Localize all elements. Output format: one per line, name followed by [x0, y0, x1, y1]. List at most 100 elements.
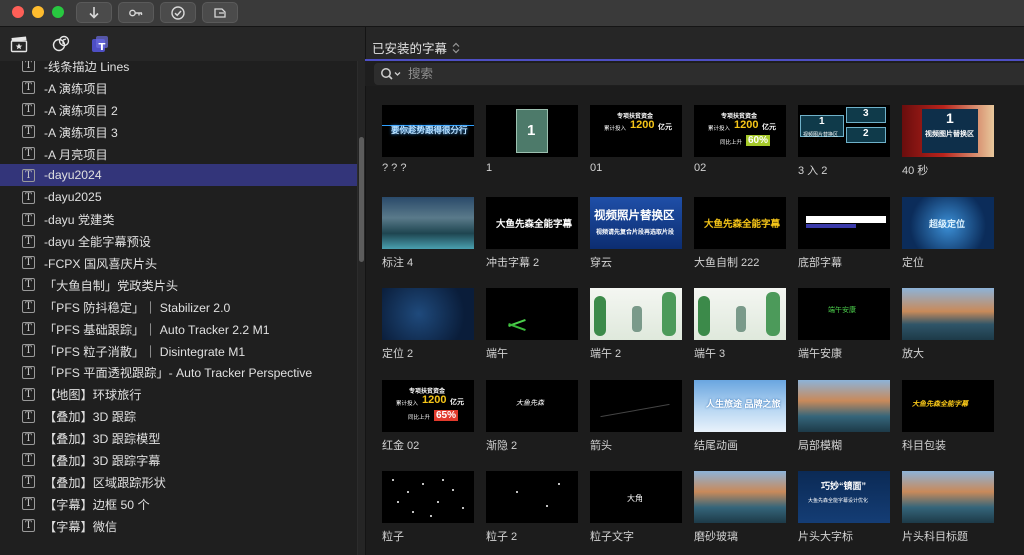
sidebar-category-item[interactable]: T 【叠加】3D 跟踪字幕 — [0, 449, 357, 471]
sidebar-category-item[interactable]: T 【字幕】边框 50 个 — [0, 493, 357, 515]
title-thumbnail[interactable]: 专项扶贫资金 累计投入 1200 亿元 同比上升 60% — [694, 105, 786, 157]
particle-dot — [422, 483, 424, 485]
zoom-window-button[interactable] — [52, 6, 64, 18]
import-button[interactable] — [76, 2, 112, 23]
sidebar-category-item[interactable]: T -FCPX 国风喜庆片头 — [0, 252, 357, 274]
sidebar-category-item[interactable]: T 【字幕】微信 — [0, 515, 357, 537]
sidebar-category-item[interactable]: T 【叠加】3D 跟踪 — [0, 405, 357, 427]
title-tile[interactable]: 端午 2 — [590, 288, 682, 361]
title-tile[interactable]: 端午安康 端午安康 — [798, 288, 890, 361]
title-tile[interactable]: 人生旅途 品牌之旅 结尾动画 — [694, 379, 786, 453]
sidebar-category-item[interactable]: T -A 月亮项目 — [0, 143, 357, 165]
category-list: T -线条描边 Lines T -A 演练项目 T -A 演练项目 2 T -A 演练项目 3… — [0, 61, 357, 537]
title-tile[interactable]: 放大 — [902, 288, 994, 361]
sidebar-category-item[interactable]: T -dayu2024 — [0, 164, 357, 187]
title-tile[interactable]: 专项扶贫资金 累计投入 1200 亿元 同比上升 65% 红金 02 — [382, 379, 474, 453]
title-tile[interactable]: 超级定位 定位 — [902, 196, 994, 270]
title-tile[interactable]: 要你趁势跟得很分行 ? ? ? — [382, 105, 474, 174]
music-photo-icon[interactable] — [52, 35, 70, 53]
title-tile[interactable]: 片头科目标题 — [902, 471, 994, 544]
title-tile[interactable]: 大角 粒子文字 — [590, 471, 682, 544]
title-tile[interactable]: 专项扶贫资金 累计投入 1200 亿元 01 — [590, 105, 682, 174]
title-thumbnail[interactable] — [590, 379, 682, 432]
search-field[interactable] — [374, 63, 1024, 85]
clapperboard-star-icon[interactable] — [10, 35, 28, 53]
sidebar-category-item[interactable]: T -dayu 党建类 — [0, 208, 357, 230]
minimize-window-button[interactable] — [32, 6, 44, 18]
title-thumbnail[interactable]: 1 视频图片替换区 — [902, 105, 994, 157]
sidebar-category-item[interactable]: T 【叠加】区域跟踪形状 — [0, 471, 357, 493]
sidebar-category-item[interactable]: T -A 演练项目 3 — [0, 121, 357, 143]
close-window-button[interactable] — [12, 6, 24, 18]
title-thumbnail[interactable] — [486, 288, 578, 340]
title-thumbnail[interactable]: 1 — [486, 105, 578, 157]
title-tile[interactable]: 端午 — [486, 288, 578, 361]
title-thumbnail[interactable]: 大角 — [590, 471, 682, 523]
title-tile[interactable]: 11 — [486, 105, 578, 174]
sidebar-scrollbar[interactable] — [357, 61, 365, 555]
title-tile[interactable]: 底部字幕 — [798, 196, 890, 270]
installed-titles-popup[interactable]: 已安装的字幕 — [372, 38, 460, 57]
title-tile[interactable]: 磨砂玻璃 — [694, 471, 786, 544]
sidebar-category-item[interactable]: T 「大鱼自制」党政类片头 — [0, 274, 357, 296]
title-thumbnail[interactable] — [902, 288, 994, 340]
title-thumbnail[interactable]: 人生旅途 品牌之旅 — [694, 379, 786, 432]
title-thumbnail[interactable]: 专项扶贫资金 累计投入 1200 亿元 同比上升 65% — [382, 379, 474, 432]
title-thumbnail[interactable]: 视频照片替换区 视频请先复合片段再选取片段 — [590, 196, 682, 249]
search-input[interactable] — [408, 67, 708, 81]
sidebar-category-item[interactable]: T 「PFS 基础跟踪」｜ Auto Tracker 2.2 M1 — [0, 318, 357, 340]
title-tile[interactable]: 定位 2 — [382, 288, 474, 361]
title-thumbnail[interactable]: 端午安康 — [798, 288, 890, 340]
title-thumbnail[interactable]: 1 3 2 视频图片替换区 — [798, 105, 890, 157]
sidebar-category-item[interactable]: T -dayu2025 — [0, 186, 357, 208]
background-tasks-button[interactable] — [160, 2, 196, 23]
title-tile[interactable]: 大鱼先森 渐隐 2 — [486, 379, 578, 453]
sidebar-scroll-thumb[interactable] — [359, 137, 364, 262]
title-thumbnail[interactable] — [798, 379, 890, 432]
title-thumbnail[interactable]: 巧妙“镜面” 大鱼先森全能字幕设计优化 — [798, 471, 890, 523]
share-button[interactable] — [202, 2, 238, 23]
title-thumbnail[interactable]: 超级定位 — [902, 196, 994, 249]
title-thumbnail[interactable]: 大鱼先森 — [486, 379, 578, 432]
title-thumbnail[interactable] — [694, 288, 786, 340]
sidebar-category-label: 【叠加】3D 跟踪模型 — [44, 432, 161, 447]
sidebar-category-item[interactable]: T -A 演练项目 2 — [0, 99, 357, 121]
title-thumbnail[interactable] — [382, 471, 474, 523]
sidebar-category-item[interactable]: T 【地图】环球旅行 — [0, 383, 357, 405]
title-thumbnail[interactable] — [694, 471, 786, 523]
title-tile[interactable]: 大鱼先森全能字幕 大鱼自制 222 — [694, 196, 786, 270]
title-thumbnail[interactable] — [486, 471, 578, 523]
sidebar-category-item[interactable]: T -A 演练项目 — [0, 77, 357, 99]
title-tile[interactable]: 粒子 — [382, 471, 474, 544]
sidebar-category-item[interactable]: T 【叠加】3D 跟踪模型 — [0, 427, 357, 449]
title-tile[interactable]: 视频照片替换区 视频请先复合片段再选取片段 穿云 — [590, 196, 682, 270]
sidebar-category-item[interactable]: T 「PFS 防抖稳定」｜ Stabilizer 2.0 — [0, 296, 357, 318]
title-thumbnail[interactable] — [902, 471, 994, 523]
sidebar-category-item[interactable]: T -dayu 全能字幕预设 — [0, 230, 357, 252]
title-thumbnail[interactable]: 大鱼先森全能字幕 — [486, 196, 578, 249]
title-tile[interactable]: 局部模糊 — [798, 379, 890, 453]
title-tile[interactable]: 1 3 2 视频图片替换区 3 入 2 — [798, 105, 890, 178]
keywords-button[interactable] — [118, 2, 154, 23]
title-tile[interactable]: 标注 4 — [382, 196, 474, 270]
sidebar-category-item[interactable]: T 「PFS 平面透视跟踪」- Auto Tracker Perspective — [0, 361, 357, 383]
title-tile[interactable]: 1 视频图片替换区 40 秒 — [902, 105, 994, 178]
title-tile[interactable]: 箭头 — [590, 379, 682, 453]
title-tile[interactable]: 粒子 2 — [486, 471, 578, 544]
sidebar-category-item[interactable]: T -线条描边 Lines — [0, 61, 357, 77]
title-thumbnail[interactable]: 专项扶贫资金 累计投入 1200 亿元 — [590, 105, 682, 157]
title-tile[interactable]: 端午 3 — [694, 288, 786, 361]
title-thumbnail[interactable] — [382, 288, 474, 340]
title-thumbnail[interactable]: 大鱼先森全能字幕 — [902, 379, 994, 432]
title-thumbnail[interactable]: 要你趁势跟得很分行 — [382, 105, 474, 157]
title-thumbnail[interactable] — [382, 196, 474, 249]
sidebar-category-item[interactable]: T 「PFS 粒子消散」｜ Disintegrate M1 — [0, 340, 357, 362]
title-tile[interactable]: 专项扶贫资金 累计投入 1200 亿元 同比上升 60% 02 — [694, 105, 786, 174]
title-thumbnail[interactable] — [590, 288, 682, 340]
titles-generators-icon[interactable]: T — [91, 35, 109, 53]
title-tile[interactable]: 大鱼先森全能字幕 冲击字幕 2 — [486, 196, 578, 270]
title-thumbnail[interactable] — [798, 196, 890, 249]
title-tile[interactable]: 巧妙“镜面” 大鱼先森全能字幕设计优化 片头大字标 — [798, 471, 890, 544]
title-tile[interactable]: 大鱼先森全能字幕 科目包装 — [902, 379, 994, 453]
title-thumbnail[interactable]: 大鱼先森全能字幕 — [694, 196, 786, 249]
